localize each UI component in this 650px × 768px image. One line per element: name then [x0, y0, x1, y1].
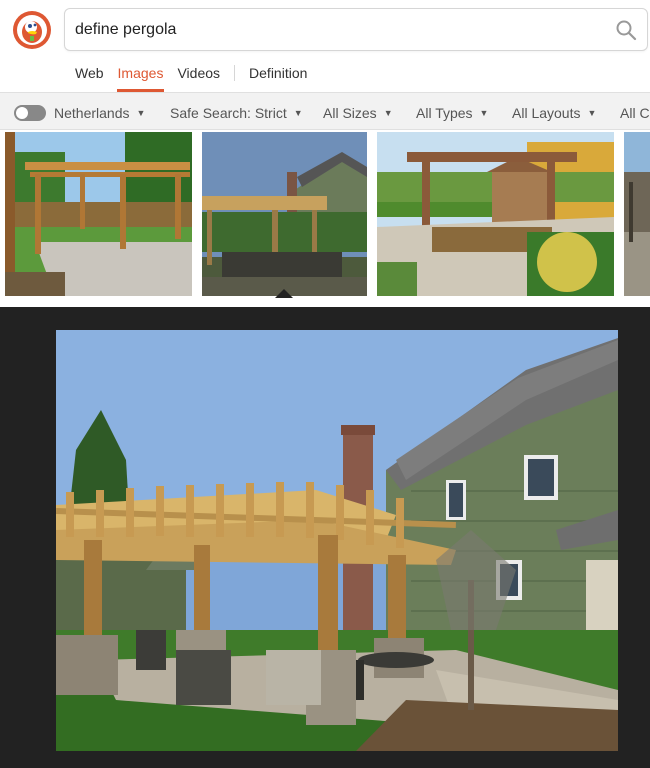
safe-search-filter[interactable]: Safe Search: Strict ▼	[170, 105, 303, 121]
nav-divider	[234, 65, 236, 81]
search-box[interactable]	[64, 8, 648, 51]
image-result-1[interactable]	[5, 132, 192, 296]
caret-down-icon: ▼	[479, 108, 489, 118]
region-toggle[interactable]	[14, 105, 46, 121]
layout-label: All Layouts	[512, 105, 581, 121]
image-results	[0, 132, 650, 298]
caret-down-icon: ▼	[136, 108, 146, 118]
color-filter[interactable]: All Colors	[620, 105, 650, 121]
caret-down-icon: ▼	[587, 108, 597, 118]
image-result-4[interactable]	[624, 132, 650, 296]
type-label: All Types	[416, 105, 473, 121]
filter-bar: Netherlands ▼ Safe Search: Strict ▼ All Si…	[0, 92, 650, 130]
image-result-2-selected[interactable]	[202, 132, 367, 296]
safe-search-label: Safe Search: Strict	[170, 105, 287, 121]
toggle-knob	[16, 107, 28, 119]
search-icon[interactable]	[615, 19, 637, 41]
layout-filter[interactable]: All Layouts ▼	[512, 105, 596, 121]
tab-images[interactable]: Images	[118, 65, 164, 81]
duckduckgo-logo-icon[interactable]	[13, 11, 51, 49]
region-filter[interactable]: Netherlands ▼	[54, 105, 145, 121]
tab-definition[interactable]: Definition	[249, 65, 307, 81]
search-tabs: Web Images Videos Definition	[75, 64, 321, 82]
size-label: All Sizes	[323, 105, 377, 121]
type-filter[interactable]: All Types ▼	[416, 105, 488, 121]
search-input[interactable]	[75, 18, 595, 42]
tab-web[interactable]: Web	[75, 65, 104, 81]
selected-result-pointer	[275, 289, 293, 298]
color-label: All Colors	[620, 105, 650, 121]
size-filter[interactable]: All Sizes ▼	[323, 105, 393, 121]
image-detail-panel	[0, 307, 650, 768]
image-result-3[interactable]	[377, 132, 614, 296]
caret-down-icon: ▼	[293, 108, 303, 118]
detail-image[interactable]	[56, 330, 618, 751]
caret-down-icon: ▼	[383, 108, 393, 118]
header: Web Images Videos Definition	[0, 0, 650, 92]
tab-videos[interactable]: Videos	[177, 65, 220, 81]
region-label: Netherlands	[54, 105, 130, 121]
